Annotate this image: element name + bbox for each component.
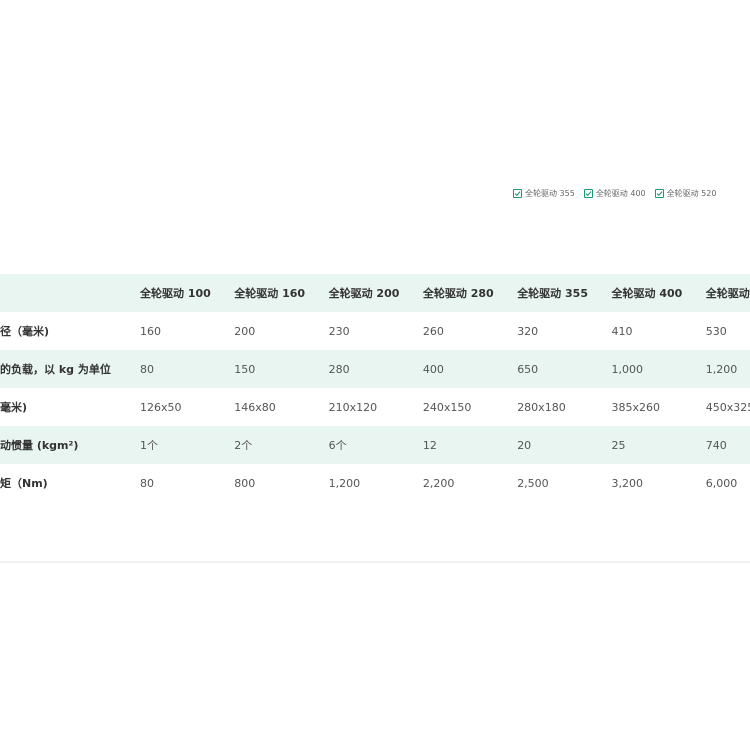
table-cell: 2,200 <box>422 476 455 490</box>
filter-awd-400[interactable]: 全轮驱动 400 <box>583 188 646 199</box>
row-label: 动惯量 (kgm²) <box>0 439 79 452</box>
column-header: 全轮驱动 280 <box>422 287 494 300</box>
table-cell: 280 <box>328 362 350 376</box>
table-row: 矩（Nm) 80 800 1,200 2,200 2,500 3,200 6,0… <box>0 464 750 502</box>
table-cell: 1,200 <box>705 362 738 376</box>
table-cell: 240x150 <box>422 400 472 414</box>
table-row: 毫米) 126x50 146x80 210x120 240x150 280x18… <box>0 388 750 426</box>
comparison-table: 全轮驱动 100 全轮驱动 160 全轮驱动 200 全轮驱动 280 全轮驱动… <box>0 274 750 502</box>
table-cell: 280x180 <box>517 400 566 414</box>
table-row: 动惯量 (kgm²) 1个 2个 6个 12 20 25 740 <box>0 426 750 464</box>
column-header: 全轮驱动 200 <box>328 287 400 300</box>
table-cell: 650 <box>517 362 539 376</box>
table-cell: 200 <box>234 324 256 338</box>
table-cell: 20 <box>517 438 532 452</box>
section-divider <box>0 561 750 563</box>
model-filter-bar: 全轮驱动 355 全轮驱动 400 全轮驱动 520 <box>513 188 725 199</box>
table-cell: 385x260 <box>611 400 660 414</box>
filter-label: 全轮驱动 520 <box>666 189 717 198</box>
column-header: 全轮驱动 100 <box>140 287 211 300</box>
table-cell: 1个 <box>140 439 158 452</box>
column-header: 全轮驱动 160 <box>234 287 306 300</box>
row-label: 矩（Nm) <box>0 477 48 490</box>
table-cell: 320 <box>517 324 539 338</box>
checkbox-checked-icon[interactable] <box>513 189 522 198</box>
table-cell: 150 <box>234 362 256 376</box>
table-cell: 126x50 <box>140 400 182 414</box>
table-cell: 210x120 <box>328 400 378 414</box>
checkbox-checked-icon[interactable] <box>654 189 664 198</box>
table-row: 径（毫米) 160 200 230 260 320 410 530 <box>0 312 750 350</box>
table-cell: 146x80 <box>234 400 276 414</box>
table-cell: 2,500 <box>517 476 549 490</box>
table-cell: 2个 <box>234 439 253 452</box>
table-header-row: 全轮驱动 100 全轮驱动 160 全轮驱动 200 全轮驱动 280 全轮驱动… <box>0 274 750 312</box>
row-label: 的负载，以 kg 为单位 <box>0 363 111 376</box>
row-label: 径（毫米) <box>0 325 50 338</box>
table-cell: 160 <box>140 324 161 338</box>
table-cell: 6,000 <box>705 476 738 490</box>
filter-label: 全轮驱动 355 <box>525 189 575 198</box>
table-cell: 12 <box>422 438 437 452</box>
table-cell: 25 <box>611 438 626 452</box>
table-cell: 80 <box>140 362 154 376</box>
checkbox-checked-icon[interactable] <box>583 189 593 198</box>
column-header: 全轮驱动 400 <box>611 287 683 300</box>
table-cell: 6个 <box>328 439 347 452</box>
table-cell: 80 <box>140 476 154 490</box>
table-cell: 1,200 <box>328 476 361 490</box>
filter-awd-520[interactable]: 全轮驱动 520 <box>654 188 717 199</box>
table-cell: 740 <box>705 438 727 452</box>
column-header: 全轮驱动 5 <box>705 287 750 300</box>
table-cell: 800 <box>234 476 256 490</box>
table-cell: 530 <box>705 324 727 338</box>
table-cell: 3,200 <box>611 476 643 490</box>
table-cell: 1,000 <box>611 362 643 376</box>
table-cell: 410 <box>611 324 633 338</box>
table-cell: 400 <box>422 362 444 376</box>
table-cell: 450x325 <box>705 400 750 414</box>
filter-label: 全轮驱动 400 <box>595 189 646 198</box>
product-comparison-page: 全轮驱动 355 全轮驱动 400 全轮驱动 520 全轮驱动 100 全轮驱动… <box>0 0 750 750</box>
row-label: 毫米) <box>0 401 28 414</box>
table-cell: 260 <box>422 324 444 338</box>
table-row: 的负载，以 kg 为单位 80 150 280 400 650 1,000 1,… <box>0 350 750 388</box>
table-cell: 230 <box>328 324 350 338</box>
column-header: 全轮驱动 355 <box>517 287 588 300</box>
filter-awd-355[interactable]: 全轮驱动 355 <box>513 188 575 199</box>
